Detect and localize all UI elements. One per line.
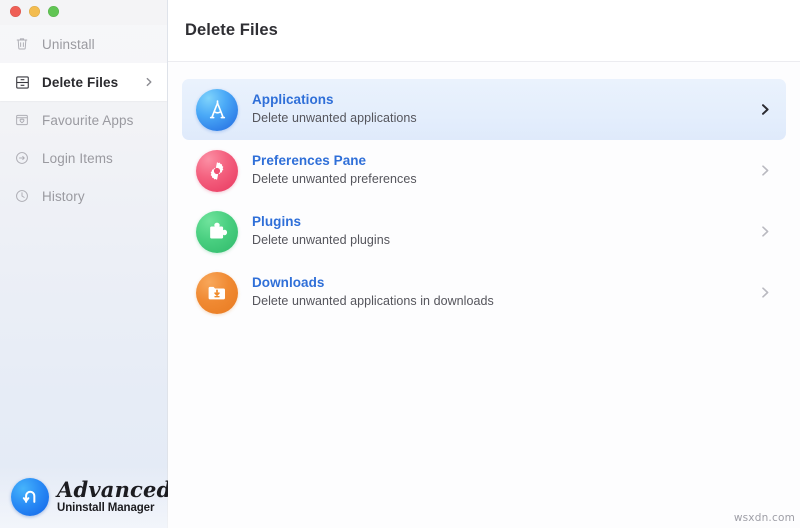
trash-icon	[12, 34, 32, 54]
list-item-subtitle: Delete unwanted applications	[252, 111, 417, 126]
list-item-title: Applications	[252, 92, 334, 108]
sidebar-item-label: History	[42, 188, 85, 204]
list-item-text: Applications Delete unwanted application…	[252, 92, 758, 127]
chevron-right-icon[interactable]	[758, 102, 772, 118]
list-item-subtitle: Delete unwanted plugins	[252, 233, 391, 248]
sidebar-item-label: Favourite Apps	[42, 112, 134, 128]
close-button[interactable]	[10, 5, 21, 17]
app-window: Uninstall Delete Files Favourite Apps Lo…	[0, 0, 800, 528]
main-content: Delete Files Applications Delete unwante…	[168, 0, 800, 528]
file-drawer-icon	[12, 72, 32, 92]
sidebar: Uninstall Delete Files Favourite Apps Lo…	[0, 0, 171, 528]
clock-icon	[12, 186, 32, 206]
list-item-title: Plugins	[252, 214, 302, 230]
puzzle-piece-icon	[196, 210, 238, 253]
list-item-subtitle: Delete unwanted applications in download…	[252, 294, 494, 309]
list-item-plugins[interactable]: Plugins Delete unwanted plugins	[182, 201, 786, 262]
sidebar-item-favourite-apps[interactable]: Favourite Apps	[0, 101, 167, 139]
minimize-button[interactable]	[29, 5, 40, 17]
brand-text: Advanced Uninstall Manager	[57, 479, 172, 515]
sidebar-item-login-items[interactable]: Login Items	[0, 139, 167, 177]
list-item-text: Plugins Delete unwanted plugins	[252, 214, 758, 249]
folder-download-icon	[196, 271, 238, 314]
chevron-right-icon	[143, 76, 155, 88]
watermark: wsxdn.com	[733, 512, 795, 524]
brand-title: Advanced	[57, 477, 172, 503]
chevron-right-icon[interactable]	[758, 285, 772, 301]
main-header: Delete Files	[168, 0, 800, 62]
zoom-button[interactable]	[48, 5, 59, 17]
compass-icon	[196, 88, 238, 131]
sidebar-item-label: Login Items	[42, 150, 113, 166]
chevron-right-icon[interactable]	[758, 163, 772, 179]
page-title: Delete Files	[185, 21, 278, 39]
list-item-text: Downloads Delete unwanted applications i…	[252, 275, 758, 310]
sidebar-item-history[interactable]: History	[0, 177, 167, 215]
chevron-right-icon[interactable]	[758, 224, 772, 240]
list-item-preferences-pane[interactable]: Preferences Pane Delete unwanted prefere…	[182, 140, 786, 201]
sidebar-nav: Uninstall Delete Files Favourite Apps Lo…	[0, 25, 167, 215]
list-item-title: Preferences Pane	[252, 153, 367, 169]
app-logo: Advanced Uninstall Manager	[0, 466, 171, 528]
list-item-downloads[interactable]: Downloads Delete unwanted applications i…	[182, 262, 786, 323]
sidebar-item-uninstall[interactable]: Uninstall	[0, 25, 167, 63]
list-item-subtitle: Delete unwanted preferences	[252, 172, 417, 187]
window-controls	[0, 0, 167, 22]
sidebar-item-label: Uninstall	[42, 36, 95, 52]
sidebar-item-delete-files[interactable]: Delete Files	[0, 63, 167, 101]
sign-in-arrow-icon	[12, 148, 32, 168]
gear-icon	[196, 149, 238, 192]
heart-window-icon	[12, 110, 32, 130]
list-item-title: Downloads	[252, 275, 325, 291]
delete-files-list: Applications Delete unwanted application…	[168, 62, 800, 528]
u-turn-arrow-icon	[11, 478, 49, 516]
list-item-applications[interactable]: Applications Delete unwanted application…	[182, 79, 786, 140]
sidebar-item-label: Delete Files	[42, 74, 119, 90]
brand-subtitle: Uninstall Manager	[57, 502, 155, 515]
list-item-text: Preferences Pane Delete unwanted prefere…	[252, 153, 758, 188]
